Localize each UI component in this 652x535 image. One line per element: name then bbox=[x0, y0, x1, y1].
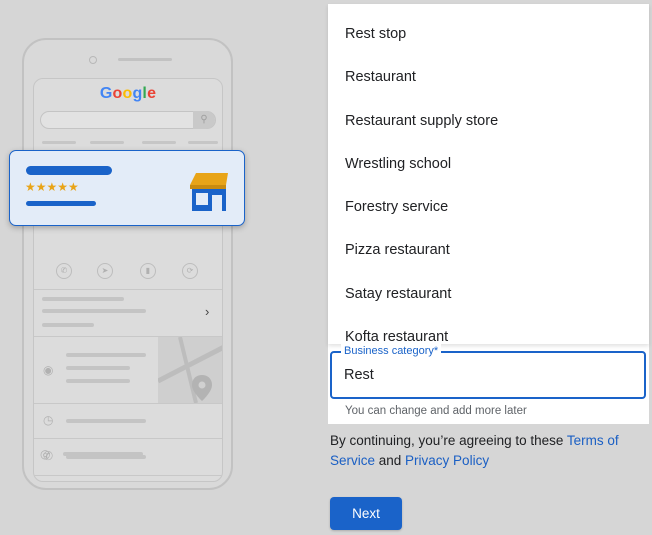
suggestion-option[interactable]: Satay restaurant bbox=[328, 273, 649, 316]
terms-middle: and bbox=[375, 452, 406, 468]
location-pin-icon: ◉ bbox=[43, 363, 54, 377]
website-placeholder-line bbox=[63, 452, 143, 456]
suggestion-option[interactable]: Forestry service bbox=[328, 186, 649, 229]
share-icon: ⟳ bbox=[182, 263, 198, 279]
map-illustration bbox=[158, 337, 222, 403]
map-thumbnail bbox=[158, 337, 222, 403]
search-icon: ⚲ bbox=[193, 110, 215, 129]
phone-illustration: Google ⚲ ✆ ➤ ▮ ⟳ › ◉ ◷ ✆ bbox=[22, 38, 233, 490]
logo-letter: o bbox=[112, 85, 123, 102]
helper-text: You can change and add more later bbox=[345, 405, 527, 417]
tab-dashes bbox=[42, 141, 218, 145]
terms-notice: By continuing, you’re agreeing to these … bbox=[330, 431, 630, 470]
phone-screen: Google ⚲ ✆ ➤ ▮ ⟳ › ◉ ◷ ✆ bbox=[33, 78, 223, 482]
phone-icon: ✆ bbox=[56, 263, 72, 279]
logo-letter: G bbox=[99, 85, 113, 102]
privacy-policy-link[interactable]: Privacy Policy bbox=[405, 453, 489, 468]
globe-icon: ◎ bbox=[40, 447, 51, 461]
storefront-icon bbox=[190, 173, 228, 211]
illustration-search-bar: ⚲ bbox=[40, 110, 216, 129]
category-suggestions-list[interactable]: Rest stop Restaurant Restaurant supply s… bbox=[328, 4, 649, 344]
business-category-label: Business category* bbox=[341, 344, 442, 358]
logo-letter: o bbox=[122, 85, 133, 102]
clock-icon: ◷ bbox=[43, 413, 54, 427]
chevron-right-icon: › bbox=[205, 304, 210, 319]
business-card-illustration: ★★★★★ bbox=[9, 150, 245, 226]
card-title-line bbox=[26, 166, 112, 175]
suggestion-option[interactable]: Restaurant supply store bbox=[328, 100, 649, 143]
next-button[interactable]: Next bbox=[330, 497, 402, 530]
bookmark-icon: ▮ bbox=[140, 263, 156, 279]
logo-letter: e bbox=[147, 85, 157, 102]
terms-prefix: By continuing, you’re agreeing to these bbox=[330, 433, 567, 448]
suggestion-option[interactable]: Restaurant bbox=[328, 56, 649, 99]
directions-icon: ➤ bbox=[97, 263, 113, 279]
business-category-field[interactable]: Business category* bbox=[330, 344, 646, 399]
suggestion-option[interactable]: Kofta restaurant bbox=[328, 316, 649, 344]
speaker-slot bbox=[118, 58, 172, 61]
suggestion-option[interactable]: Rest stop bbox=[328, 13, 649, 56]
suggestion-option[interactable]: Pizza restaurant bbox=[328, 229, 649, 272]
card-subtitle-line bbox=[26, 201, 96, 206]
suggestion-option[interactable]: Wrestling school bbox=[328, 143, 649, 186]
rating-stars: ★★★★★ bbox=[25, 180, 79, 194]
business-category-input[interactable] bbox=[344, 363, 624, 387]
google-logo: Google bbox=[34, 85, 222, 103]
camera-icon bbox=[89, 56, 97, 64]
category-panel: Rest stop Restaurant Restaurant supply s… bbox=[328, 4, 649, 424]
logo-letter: g bbox=[132, 85, 143, 102]
